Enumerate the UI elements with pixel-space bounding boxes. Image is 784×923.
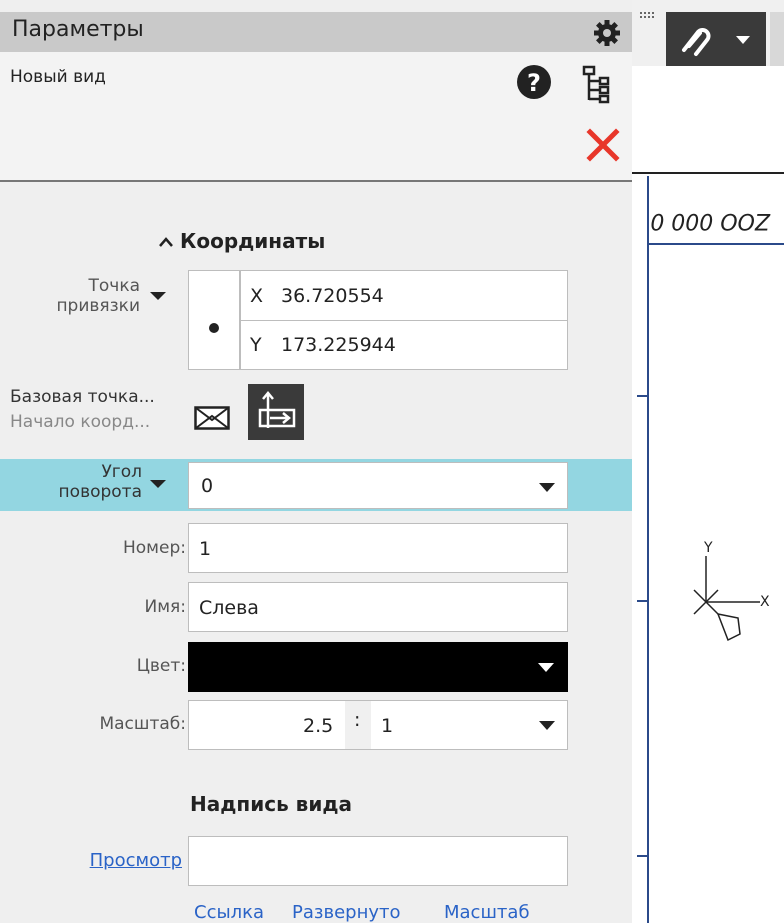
chevron-down-icon bbox=[150, 480, 166, 488]
chevron-down-icon bbox=[736, 36, 750, 44]
number-value: 1 bbox=[199, 538, 212, 560]
number-label: Номер: bbox=[123, 538, 186, 558]
color-label: Цвет: bbox=[136, 656, 186, 676]
magnet-icon bbox=[682, 28, 711, 56]
x-coordinate-field[interactable]: X 36.720554 bbox=[240, 270, 568, 321]
view-name: Новый вид bbox=[10, 67, 106, 87]
coordinates-section-header[interactable]: Координаты bbox=[158, 228, 358, 258]
name-field[interactable]: Слева bbox=[188, 582, 568, 632]
rotation-angle-value: 0 bbox=[201, 475, 214, 497]
scale-label: Масштаб: bbox=[99, 714, 186, 734]
anchor-point-selector[interactable]: Точка привязки bbox=[40, 272, 180, 328]
caption-link-reference[interactable]: Ссылка bbox=[194, 902, 264, 923]
dropdown-arrow-icon bbox=[538, 663, 554, 672]
scale-denominator: 1 bbox=[381, 715, 394, 737]
rotation-label-line2: поворота bbox=[58, 482, 142, 502]
coordinate-axes bbox=[693, 556, 760, 642]
scale-separator: : bbox=[354, 709, 361, 731]
caption-link-scale[interactable]: Масштаб bbox=[444, 902, 530, 923]
envelope-icon[interactable] bbox=[194, 406, 230, 430]
anchor-label-line2: привязки bbox=[56, 296, 140, 316]
color-select[interactable] bbox=[188, 642, 568, 692]
scale-numerator: 2.5 bbox=[303, 715, 334, 737]
caption-title: Надпись вида bbox=[190, 792, 353, 816]
name-value: Слева bbox=[199, 597, 259, 619]
y-label: Y bbox=[250, 334, 262, 356]
scale-select[interactable]: 2.5 : 1 bbox=[188, 700, 568, 750]
preview-field[interactable] bbox=[188, 836, 568, 886]
preview-link[interactable]: Просмотр bbox=[90, 850, 182, 871]
toolbar-next-button[interactable] bbox=[770, 12, 784, 66]
rotation-label-selector[interactable]: Угол поворота bbox=[30, 459, 180, 511]
number-field[interactable]: 1 bbox=[188, 523, 568, 573]
panel-title: Параметры bbox=[12, 17, 144, 42]
rotation-angle-select[interactable]: 0 bbox=[188, 462, 568, 509]
svg-text:?: ? bbox=[527, 69, 541, 97]
x-label: X bbox=[250, 285, 264, 307]
x-value: 36.720554 bbox=[281, 285, 384, 307]
tree-icon[interactable] bbox=[580, 64, 616, 104]
view-header: Новый вид ? bbox=[0, 52, 632, 182]
coordinates-title: Координаты bbox=[180, 229, 326, 253]
help-icon[interactable]: ? bbox=[516, 64, 552, 100]
drawing-canvas[interactable]: ZOO 000 0 Y X bbox=[632, 66, 784, 923]
dropdown-arrow-icon bbox=[539, 483, 555, 492]
anchor-dot-icon bbox=[209, 323, 219, 333]
gear-icon[interactable] bbox=[592, 18, 622, 48]
stamp-text: ZOO 000 0 bbox=[650, 208, 771, 233]
caption-link-expanded[interactable]: Развернуто bbox=[292, 902, 400, 923]
dropdown-arrow-icon bbox=[539, 721, 555, 730]
rotation-label-line1: Угол bbox=[101, 462, 142, 482]
y-value: 173.225944 bbox=[281, 334, 396, 356]
anchor-point-box[interactable] bbox=[188, 270, 240, 370]
panel-header: Параметры bbox=[0, 12, 632, 52]
y-coordinate-field[interactable]: Y 173.225944 bbox=[240, 320, 568, 370]
axis-y-label: Y bbox=[703, 540, 713, 556]
close-icon[interactable] bbox=[586, 128, 620, 162]
base-point-value: Начало коорд... bbox=[10, 412, 151, 432]
toolbar-grip-icon[interactable] bbox=[640, 12, 654, 26]
frame-ticks bbox=[637, 395, 648, 857]
chevron-up-icon bbox=[159, 237, 173, 247]
snap-tool-button[interactable] bbox=[666, 12, 766, 66]
anchor-label-line1: Точка bbox=[88, 276, 140, 296]
rotation-row: Угол поворота 0 bbox=[0, 459, 632, 511]
chevron-down-icon bbox=[150, 292, 166, 300]
move-origin-icon[interactable] bbox=[248, 384, 304, 440]
axis-x-label: X bbox=[760, 594, 770, 610]
base-point-label: Базовая точка... bbox=[10, 387, 155, 407]
drawing-toolbar bbox=[632, 0, 784, 66]
parameters-panel: Параметры Новый вид ? Координаты Точка п… bbox=[0, 0, 632, 923]
name-label: Имя: bbox=[144, 597, 187, 617]
